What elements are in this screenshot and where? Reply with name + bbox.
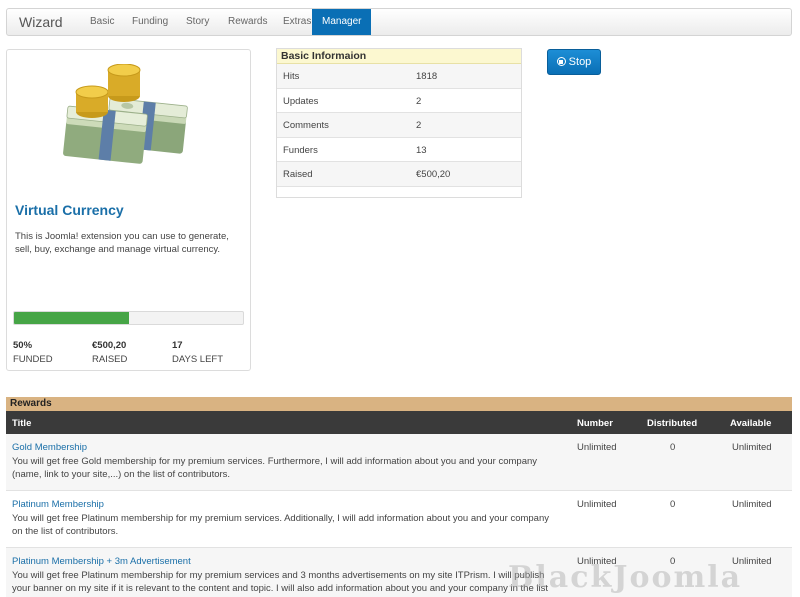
- stat-raised-label: RAISED: [92, 354, 128, 365]
- top-navbar: Wizard Basic Funding Story Rewards Extra…: [6, 8, 792, 36]
- info-value: €500,20: [416, 169, 451, 180]
- funding-progress-fill: [14, 312, 129, 324]
- col-title: Title: [12, 418, 32, 429]
- info-row-funders: Funders 13: [277, 138, 521, 162]
- tab-basic[interactable]: Basic: [80, 9, 124, 35]
- info-value: 2: [416, 120, 422, 131]
- reward-available: Unlimited: [732, 499, 772, 510]
- tab-rewards[interactable]: Rewards: [218, 9, 277, 35]
- info-key: Comments: [283, 120, 329, 131]
- stat-funded: 50% FUNDED: [13, 340, 53, 365]
- stat-funded-value: 50%: [13, 340, 33, 351]
- watermark-logo: BlackJoomla: [508, 560, 743, 595]
- funding-progress-bar: [13, 311, 244, 325]
- info-key: Funders: [283, 144, 318, 156]
- reward-description: You will get free Gold membership for my…: [12, 456, 538, 480]
- reward-number: Unlimited: [577, 499, 617, 510]
- stat-raised: €500,20 RAISED: [92, 340, 127, 365]
- basic-info-rows: Hits 1818 Updates 2 Comments 2 Funders 1…: [277, 64, 521, 187]
- stop-button[interactable]: Stop: [547, 49, 601, 75]
- reward-available: Unlimited: [732, 442, 772, 453]
- rewards-table-header: Title Number Distributed Available: [6, 411, 792, 434]
- stat-funded-label: FUNDED: [13, 354, 53, 365]
- project-card: Virtual Currency This is Joomla! extensi…: [6, 49, 251, 371]
- info-key: Raised: [283, 169, 313, 180]
- stop-circle-icon: [556, 57, 566, 66]
- tab-story[interactable]: Story: [176, 9, 219, 35]
- info-key: Updates: [283, 95, 319, 107]
- stat-raised-value: €500,20: [92, 340, 127, 351]
- stat-days-left-value: 17: [172, 340, 183, 351]
- info-value: 1818: [416, 71, 438, 82]
- info-row-updates: Updates 2: [277, 89, 521, 113]
- info-value: 13: [416, 144, 427, 156]
- info-value: 2: [416, 95, 422, 107]
- col-available: Available: [730, 418, 772, 429]
- table-row: Platinum Membership You will get free Pl…: [6, 491, 792, 548]
- reward-number: Unlimited: [577, 442, 617, 453]
- tab-manager[interactable]: Manager: [312, 9, 372, 35]
- navbar-brand[interactable]: Wizard: [19, 14, 63, 30]
- reward-distributed: 0: [670, 499, 676, 510]
- info-row-hits: Hits 1818: [277, 64, 521, 89]
- stop-button-label: Stop: [568, 56, 592, 68]
- basic-info-heading: Basic Informaion: [277, 49, 521, 64]
- col-number: Number: [577, 418, 613, 429]
- info-row-raised: Raised €500,20: [277, 162, 521, 187]
- tab-funding[interactable]: Funding: [122, 9, 178, 35]
- money-stack-image: [63, 64, 188, 164]
- reward-title-link[interactable]: Gold Membership: [12, 442, 87, 453]
- info-key: Hits: [283, 71, 300, 82]
- rewards-heading: Rewards: [6, 397, 792, 411]
- reward-title-link[interactable]: Platinum Membership: [12, 499, 104, 510]
- stat-days-left-label: DAYS LEFT: [172, 354, 224, 365]
- project-description: This is Joomla! extension you can use to…: [15, 231, 229, 255]
- reward-title-link[interactable]: Platinum Membership + 3m Advertisement: [12, 556, 191, 567]
- stat-days-left: 17 DAYS LEFT: [172, 340, 223, 365]
- project-title[interactable]: Virtual Currency: [15, 202, 124, 218]
- reward-distributed: 0: [670, 442, 676, 453]
- table-row: Gold Membership You will get free Gold m…: [6, 434, 792, 491]
- basic-info-panel: Basic Informaion Hits 1818 Updates 2 Com…: [276, 48, 522, 198]
- col-distributed: Distributed: [647, 418, 698, 429]
- reward-description: You will get free Platinum membership fo…: [12, 513, 550, 537]
- reward-description: You will get free Platinum membership fo…: [12, 570, 548, 597]
- info-row-comments: Comments 2: [277, 113, 521, 138]
